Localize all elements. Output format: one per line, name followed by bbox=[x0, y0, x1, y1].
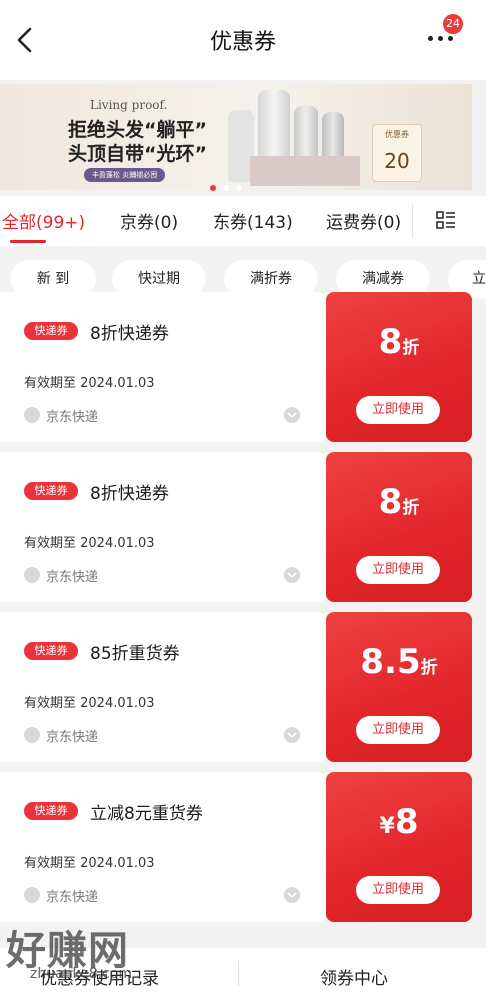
coupon-merchant: 京东快递 bbox=[46, 890, 99, 905]
coupon-info: 快递券 8折快递券 有效期至 2024.01.03 京东快递 bbox=[0, 452, 326, 602]
product-box-image bbox=[250, 156, 360, 186]
tab-jing-coupon[interactable]: 京券(0) bbox=[120, 208, 178, 233]
coupon-info: 快递券 8折快递券 有效期至 2024.01.03 京东快递 bbox=[0, 292, 326, 442]
banner-pagination bbox=[210, 176, 249, 195]
truck-icon bbox=[24, 567, 40, 583]
use-now-button[interactable]: 立即使用 bbox=[356, 876, 440, 904]
coupon-type-tag: 快递券 bbox=[24, 802, 78, 820]
coupon-type-tag: 快递券 bbox=[24, 642, 78, 660]
coupon-validity: 有效期至 2024.01.03 bbox=[24, 536, 155, 551]
list-view-icon[interactable] bbox=[436, 210, 456, 230]
expand-chevron-icon[interactable] bbox=[284, 407, 300, 423]
banner-slogan: 拒绝头发“躺平” 头顶自带“光环” bbox=[68, 119, 207, 165]
coupon-value-panel: 8折 立即使用 bbox=[326, 452, 472, 602]
expand-chevron-icon[interactable] bbox=[284, 887, 300, 903]
tab-shipping-coupon[interactable]: 运费券(0) bbox=[326, 208, 401, 233]
coupon-value-panel: ¥8 立即使用 bbox=[326, 772, 472, 922]
watermark-url: zhuanke8.com bbox=[30, 966, 133, 982]
use-now-button[interactable]: 立即使用 bbox=[356, 396, 440, 424]
page-title: 优惠券 bbox=[209, 30, 276, 55]
tab-divider bbox=[412, 204, 413, 238]
coupon-type-tag: 快递券 bbox=[24, 482, 78, 500]
use-now-button[interactable]: 立即使用 bbox=[356, 556, 440, 584]
coupon-merchant: 京东快递 bbox=[46, 730, 99, 745]
banner-tag: 丰盈蓬松 炎鋪褪必囤 bbox=[84, 168, 166, 182]
coupon-card: 快递券 85折重货券 有效期至 2024.01.03 京东快递 8.5折 立即使… bbox=[0, 612, 472, 762]
coupon-value: ¥8 bbox=[379, 802, 419, 842]
coupon-card: 快递券 8折快递券 有效期至 2024.01.03 京东快递 8折 立即使用 bbox=[0, 452, 472, 602]
tab-dong-coupon[interactable]: 东券(143) bbox=[213, 208, 293, 233]
truck-icon bbox=[24, 887, 40, 903]
coupon-validity: 有效期至 2024.01.03 bbox=[24, 376, 155, 391]
coupon-value-panel: 8.5折 立即使用 bbox=[326, 612, 472, 762]
use-now-button[interactable]: 立即使用 bbox=[356, 716, 440, 744]
coupon-name: 85折重货券 bbox=[90, 644, 180, 664]
coupon-validity: 有效期至 2024.01.03 bbox=[24, 696, 155, 711]
coupon-value-panel: 8折 立即使用 bbox=[326, 292, 472, 442]
coupon-tabs: 全部(99+) 京券(0) 东券(143) 运费券(0) bbox=[0, 196, 486, 246]
truck-icon bbox=[24, 407, 40, 423]
coupon-validity: 有效期至 2024.01.03 bbox=[24, 856, 155, 871]
bottom-divider bbox=[238, 962, 239, 986]
truck-icon bbox=[24, 727, 40, 743]
expand-chevron-icon[interactable] bbox=[284, 727, 300, 743]
coupon-name: 立减8元重货券 bbox=[90, 804, 203, 824]
coupon-merchant: 京东快递 bbox=[46, 410, 99, 425]
coupon-merchant: 京东快递 bbox=[46, 570, 99, 585]
coupon-value: 8折 bbox=[378, 322, 420, 362]
notification-badge: 24 bbox=[443, 14, 463, 34]
coupon-card: 快递券 立减8元重货券 有效期至 2024.01.03 京东快递 ¥8 立即使用 bbox=[0, 772, 472, 922]
coupon-name: 8折快递券 bbox=[90, 484, 169, 504]
coupon-card: 快递券 8折快递券 有效期至 2024.01.03 京东快递 8折 立即使用 bbox=[0, 292, 472, 442]
coupon-value: 8.5折 bbox=[360, 642, 438, 682]
banner-coupon-card: 优惠券 20 bbox=[372, 124, 422, 182]
coupon-info: 快递券 立减8元重货券 有效期至 2024.01.03 京东快递 bbox=[0, 772, 326, 922]
coupon-value: 8折 bbox=[378, 482, 420, 522]
banner-brand: Living proof. bbox=[90, 98, 168, 112]
expand-chevron-icon[interactable] bbox=[284, 567, 300, 583]
coupon-info: 快递券 85折重货券 有效期至 2024.01.03 京东快递 bbox=[0, 612, 326, 762]
top-header: 优惠券 24 bbox=[0, 0, 486, 80]
coupon-name: 8折快递券 bbox=[90, 324, 169, 344]
coupon-center-link[interactable]: 领券中心 bbox=[320, 964, 388, 989]
active-tab-indicator bbox=[10, 240, 46, 243]
coupon-type-tag: 快递券 bbox=[24, 322, 78, 340]
tab-all[interactable]: 全部(99+) bbox=[2, 208, 85, 233]
